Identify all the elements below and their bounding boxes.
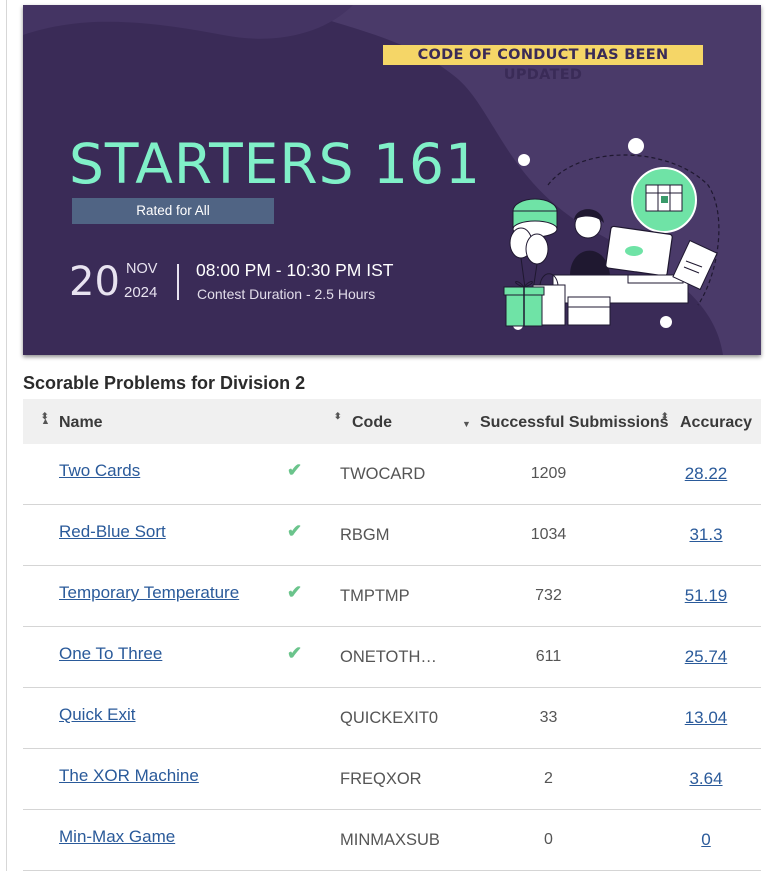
contest-day: 20 <box>69 259 120 305</box>
table-row: The XOR Machine FREQXOR 2 3.64 <box>23 748 761 810</box>
successful-submissions: 2 <box>446 748 651 810</box>
sort-desc-icon[interactable]: ▼ <box>462 419 471 429</box>
submissions-column-header[interactable]: ▼ Successful Submissions <box>446 399 669 444</box>
submissions-header-label: Successful Submissions <box>480 414 669 431</box>
accuracy-link[interactable]: 3.64 <box>689 769 722 788</box>
accuracy-link[interactable]: 13.04 <box>685 708 728 727</box>
solved-check-icon: ✔ <box>287 521 303 541</box>
table-row: Temporary Temperature ✔ TMPTMP 732 51.19 <box>23 565 761 627</box>
name-header-label: Name <box>59 414 103 431</box>
successful-submissions: 33 <box>446 687 651 749</box>
contest-title: STARTERS 161 <box>69 132 482 196</box>
accuracy-header-label: Accuracy <box>680 414 753 431</box>
accuracy-link[interactable]: 31.3 <box>689 525 722 544</box>
accuracy-link[interactable]: 0 <box>701 830 710 849</box>
table-row: One To Three ✔ ONETOTH… 611 25.74 <box>23 626 761 688</box>
table-row: Red-Blue Sort ✔ RBGM 1034 31.3 <box>23 504 761 566</box>
code-header-label: Code <box>352 414 392 431</box>
accuracy-link[interactable]: 25.74 <box>685 647 728 666</box>
problems-table: ▲ ⬍ Name ⬍ Code ▼ Successful Submissions… <box>23 399 761 871</box>
problem-name-link[interactable]: Min-Max Game <box>59 827 175 847</box>
section-title: Scorable Problems for Division 2 <box>23 373 306 393</box>
contest-month: NOV <box>126 261 158 277</box>
name-column-header[interactable]: ▲ ⬍ Name <box>23 399 334 444</box>
solved-check-icon: ✔ <box>287 460 303 480</box>
successful-submissions: 1034 <box>446 504 651 566</box>
successful-submissions: 1209 <box>446 444 651 505</box>
table-row: Min-Max Game MINMAXSUB 0 0 <box>23 809 761 871</box>
code-of-conduct-notice[interactable]: CODE OF CONDUCT HAS BEEN UPDATED <box>383 45 703 83</box>
accuracy-column-header[interactable]: ⬍ Accuracy <box>651 399 761 444</box>
problem-code: TMPTMP <box>334 565 446 627</box>
celebration-illustration-icon <box>503 138 720 330</box>
table-header-row: ▲ ⬍ Name ⬍ Code ▼ Successful Submissions… <box>23 399 761 444</box>
problem-name-link[interactable]: Quick Exit <box>59 705 136 725</box>
successful-submissions: 732 <box>446 565 651 627</box>
page-left-border <box>6 0 7 871</box>
sort-both-icon[interactable]: ⬍ <box>334 411 341 422</box>
solved-check-icon: ✔ <box>287 643 303 663</box>
accuracy-link[interactable]: 28.22 <box>685 464 728 483</box>
problem-name-link[interactable]: Red-Blue Sort <box>59 522 166 542</box>
contest-time: 08:00 PM - 10:30 PM IST <box>196 260 394 280</box>
problem-code: QUICKEXIT0 <box>334 687 446 749</box>
successful-submissions: 611 <box>446 626 651 688</box>
problem-name-link[interactable]: One To Three <box>59 644 162 664</box>
date-divider <box>177 264 179 300</box>
successful-submissions: 0 <box>446 809 651 871</box>
problem-name-link[interactable]: Two Cards <box>59 461 140 481</box>
problem-code: MINMAXSUB <box>334 809 446 871</box>
problem-code: RBGM <box>334 504 446 566</box>
rated-badge: Rated for All <box>72 198 274 224</box>
problem-code: TWOCARD <box>334 444 446 505</box>
problem-name-link[interactable]: The XOR Machine <box>59 766 199 786</box>
contest-banner: CODE OF CONDUCT HAS BEEN UPDATED STARTER… <box>23 5 761 355</box>
code-column-header[interactable]: ⬍ Code <box>334 399 446 444</box>
sort-both-icon[interactable]: ⬍ <box>41 411 48 422</box>
problem-name-link[interactable]: Temporary Temperature <box>59 583 239 603</box>
sort-both-icon[interactable]: ⬍ <box>661 411 668 422</box>
problem-code: FREQXOR <box>334 748 446 810</box>
table-row: Two Cards ✔ TWOCARD 1209 28.22 <box>23 444 761 505</box>
problem-code: ONETOTH… <box>334 626 446 688</box>
contest-duration: Contest Duration - 2.5 Hours <box>197 286 376 302</box>
solved-check-icon: ✔ <box>287 582 303 602</box>
contest-year: 2024 <box>124 284 158 301</box>
accuracy-link[interactable]: 51.19 <box>685 586 728 605</box>
table-row: Quick Exit QUICKEXIT0 33 13.04 <box>23 687 761 749</box>
